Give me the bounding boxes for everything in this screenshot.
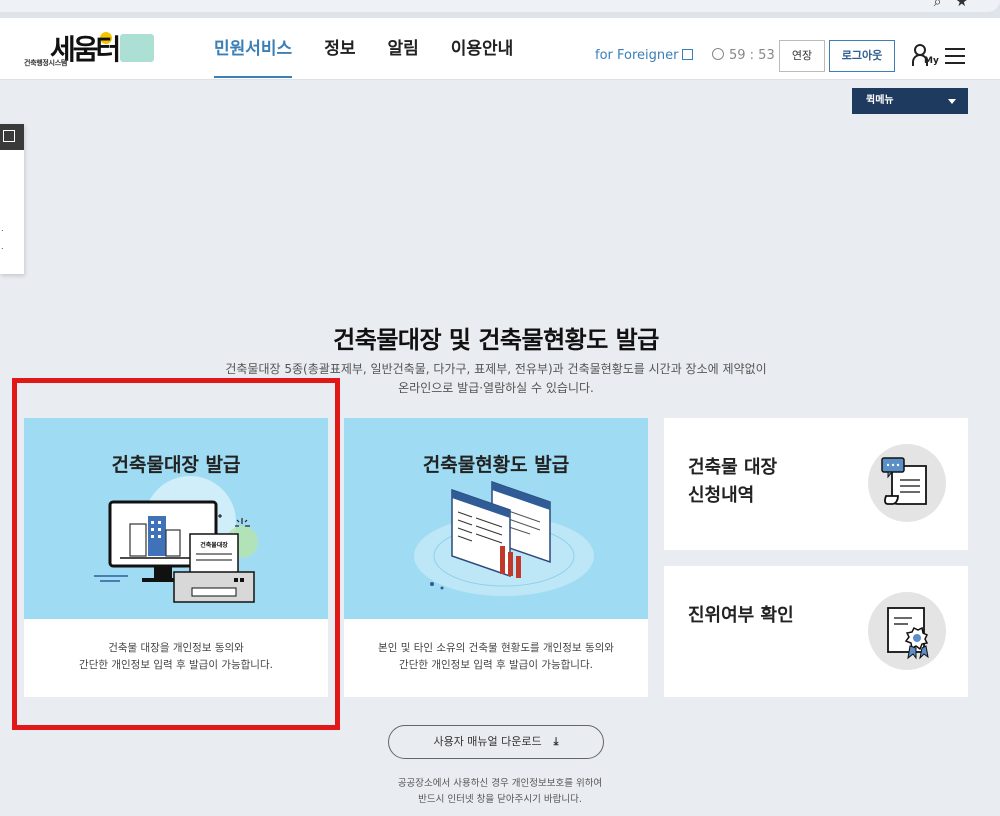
bookmark-star-icon[interactable]: ★: [955, 0, 982, 10]
site-header: 세움터 건축행정시스템 민원서비스 정보 알림 이용안내 for Foreign…: [0, 18, 1000, 80]
caret-down-icon: [948, 99, 956, 104]
nav-info[interactable]: 정보: [324, 18, 355, 80]
certificate-icon: [868, 592, 946, 670]
logo-green-shape: [120, 34, 154, 62]
manual-download-button[interactable]: 사용자 매뉴얼 다운로드 ⤓: [388, 725, 604, 759]
nav-civil-service[interactable]: 민원서비스: [214, 18, 293, 80]
section-title: 건축물대장 및 건축물현황도 발급: [333, 326, 659, 354]
card-authenticity-check[interactable]: 진위여부 확인: [664, 566, 968, 697]
extend-session-button[interactable]: 연장: [779, 40, 825, 72]
card-title: 진위여부 확인: [688, 605, 794, 626]
main-nav: 민원서비스 정보 알림 이용안내: [214, 18, 513, 80]
browser-address-bar[interactable]: [0, 0, 1000, 12]
quick-menu-dropdown[interactable]: 퀵메뉴: [852, 88, 968, 114]
card-description: 본인 및 타인 소유의 건축물 현황도를 개인정보 동의와 간단한 개인정보 입…: [378, 642, 614, 671]
external-link-icon: [682, 49, 694, 60]
nav-guide[interactable]: 이용안내: [451, 18, 514, 80]
timer-value: 59 : 53: [729, 48, 775, 63]
zoom-icon[interactable]: ⌕: [934, 0, 956, 10]
blueprint-documents-icon: [414, 480, 594, 596]
logo[interactable]: 세움터 건축행정시스템: [24, 30, 154, 70]
session-timer: 59 : 53: [712, 47, 775, 63]
side-panel: . .: [0, 124, 24, 274]
application-history-icon: [868, 444, 946, 522]
building-status-illustration: 건축물현황도 발급: [344, 418, 648, 619]
hamburger-menu-icon[interactable]: [945, 48, 965, 64]
side-panel-dot: .: [1, 224, 4, 233]
my-label: My: [924, 56, 939, 66]
side-panel-dot: .: [1, 242, 4, 251]
privacy-notice: 공공장소에서 사용하신 경우 개인정보보호를 위하여 반드시 인터넷 창을 닫아…: [397, 778, 603, 805]
my-page-icon[interactable]: My: [912, 44, 939, 68]
manual-download-label: 사용자 매뉴얼 다운로드: [433, 735, 542, 748]
browser-icons[interactable]: ⌕★: [934, 0, 982, 10]
nav-notice[interactable]: 알림: [387, 18, 418, 80]
browser-strip: ⌕★: [0, 0, 1000, 18]
card-title: 건축물 대장 신청내역: [688, 457, 778, 506]
alarm-clock-icon: [712, 48, 724, 60]
card-building-status-map-issue[interactable]: 건축물현황도 발급 본인 및 타인 소유의 건축물 현황도를 개인정보 동의와 …: [344, 418, 648, 697]
expand-icon: [3, 130, 15, 142]
logo-subtitle: 건축행정시스템: [24, 59, 67, 67]
highlight-box: [12, 378, 340, 730]
logout-button[interactable]: 로그아웃: [829, 40, 895, 72]
quick-menu-label: 퀵메뉴: [866, 95, 894, 106]
side-panel-toggle[interactable]: [0, 124, 24, 150]
card-title: 건축물현황도 발급: [422, 454, 570, 476]
download-icon: ⤓: [553, 735, 559, 748]
card-application-history[interactable]: 건축물 대장 신청내역: [664, 418, 968, 550]
for-foreigner-link[interactable]: for Foreigner: [595, 48, 694, 63]
for-foreigner-label: for Foreigner: [595, 48, 679, 63]
